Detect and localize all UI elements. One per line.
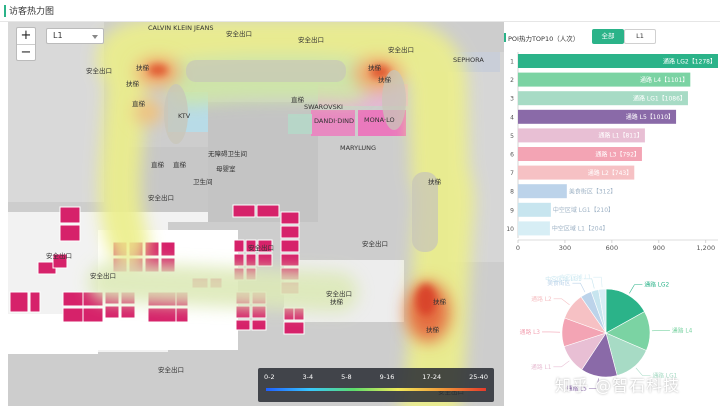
label-muying: 母婴室 <box>216 164 236 173</box>
bar-x-tick-label-3: 900 <box>653 244 665 252</box>
pie-label-10: 中空区域 L1 <box>559 273 591 281</box>
zoom-in-button[interactable]: + <box>17 28 35 44</box>
label-anquan-5: 安全出口 <box>148 193 174 202</box>
panel-title: POI热力TOP10（人次） <box>508 35 580 43</box>
bar-9 <box>518 202 551 217</box>
bar-category-9: 9 <box>510 207 514 214</box>
bar-category-2: 2 <box>510 77 514 84</box>
bar-label-3: 通路 LG1【1086】 <box>633 95 686 103</box>
label-futi-7: 扶梯 <box>426 325 440 334</box>
watermark: 知乎 @智石科技 <box>555 376 681 395</box>
label-anquan-4: 安全出口 <box>388 45 414 54</box>
label-zhiti-3: 直梯 <box>151 160 165 169</box>
heatmap-map[interactable]: CALVIN KLEIN JEANS 安全出口 安全出口 安全出口 安全出口 S… <box>8 22 504 406</box>
pie-leader-8 <box>572 282 586 293</box>
label-anquan-7: 安全出口 <box>248 243 274 252</box>
floor-select-value: L1 <box>53 31 63 40</box>
bar-label-7: 通路 L2【743】 <box>588 169 633 177</box>
page-title: 访客热力图 <box>9 7 55 17</box>
floor-select[interactable]: L1 <box>46 28 104 44</box>
bar-x-tick-label-0: 0 <box>516 244 520 252</box>
label-anquan-3: 安全出口 <box>298 35 324 44</box>
label-wuzhang: 无障碍卫生间 <box>208 149 247 158</box>
bar-category-1: 1 <box>510 59 514 66</box>
pie-label-1: 通路 LG2 <box>644 281 669 289</box>
page-header: 访客热力图 <box>0 0 720 22</box>
label-anquan-11: 安全出口 <box>158 365 184 374</box>
bar-label-5: 通路 L1【811】 <box>598 132 643 140</box>
legend-range-4: 9-16 <box>379 373 395 381</box>
pie-label-7: 通路 L2 <box>531 295 552 303</box>
label-swarovski: SWAROVSKI <box>304 103 343 111</box>
chevron-down-icon <box>92 35 98 39</box>
pie-leader-7 <box>553 298 570 306</box>
bar-x-tick-label-1: 300 <box>559 244 571 252</box>
bar-x-tick-label-2: 600 <box>606 244 618 252</box>
legend-range-5: 17-24 <box>422 373 442 381</box>
label-cesuo: 卫生间 <box>193 177 213 186</box>
bar-category-6: 6 <box>510 152 514 159</box>
bar-category-5: 5 <box>510 133 514 140</box>
legend-range-2: 3-4 <box>302 373 314 381</box>
label-calvin: CALVIN KLEIN JEANS <box>148 24 213 32</box>
bar-label-10: 中空区域 L1【204】 <box>552 225 609 233</box>
label-futi-8: 扶梯 <box>330 297 344 306</box>
label-anquan-8: 安全出口 <box>46 251 72 260</box>
pie-label-6: 通路 L3 <box>520 328 541 336</box>
label-dandi: DANDI·DIND <box>314 117 354 125</box>
pie-label-5: 通路 L1 <box>531 363 552 371</box>
label-zhiti-1: 直梯 <box>132 99 146 108</box>
label-anquan-6: 安全出口 <box>362 239 388 248</box>
label-futi-3: 扶梯 <box>368 63 382 72</box>
pie-label-2: 通路 L4 <box>672 326 693 334</box>
bar-label-6: 通路 L3【792】 <box>595 150 640 158</box>
label-futi-4: 扶梯 <box>378 75 392 84</box>
pie-leader-10 <box>593 276 603 288</box>
header-accent-bar <box>4 5 6 17</box>
bar-category-3: 3 <box>510 96 514 103</box>
pie-leader-1 <box>629 284 643 294</box>
legend-range-3: 5-8 <box>341 373 352 381</box>
label-anquan-9: 安全出口 <box>90 271 116 280</box>
zoom-out-button[interactable]: − <box>17 44 35 60</box>
filter-l1-button[interactable]: L1 <box>624 29 656 44</box>
pie-leader-5 <box>553 360 570 368</box>
filter-all-button[interactable]: 全部 <box>592 29 624 44</box>
label-anquan-1: 安全出口 <box>226 29 252 38</box>
bar-10 <box>518 221 550 236</box>
label-zhiti-4: 直梯 <box>173 160 187 169</box>
label-anquan-10: 安全出口 <box>326 289 352 298</box>
bar-label-1: 通路 LG2【1278】 <box>663 57 716 65</box>
label-futi-2: 扶梯 <box>126 79 140 88</box>
bar-label-2: 通路 L4【1101】 <box>640 76 688 84</box>
label-anquan-2: 安全出口 <box>86 66 112 75</box>
label-futi-6: 扶梯 <box>433 297 447 306</box>
poi-panel: POI热力TOP10（人次） 全部 L1 1 通路 LG2【1278】 2 通路 L4… <box>504 22 720 415</box>
label-marylung: MARYLUNG <box>340 144 376 152</box>
bar-x-tick-label-4: 1,200 <box>696 244 715 252</box>
top10-bar-chart: 1 通路 LG2【1278】 2 通路 L4【1101】 3 通路 LG1【1086】 4 通… <box>506 52 718 252</box>
floor-plan: CALVIN KLEIN JEANS 安全出口 安全出口 安全出口 安全出口 S… <box>8 22 504 406</box>
legend-range-1: 0-2 <box>264 373 275 381</box>
label-futi-5: 扶梯 <box>428 177 442 186</box>
label-zhiti-2: 直梯 <box>291 95 305 104</box>
legend-gradient <box>266 388 486 391</box>
bar-label-9: 中空区域 LG1【210】 <box>553 206 614 214</box>
legend-range-6: 25-40 <box>469 373 488 381</box>
bar-category-7: 7 <box>510 170 514 177</box>
label-futi-1: 扶梯 <box>136 63 150 72</box>
label-sephora: SEPHORA <box>453 56 484 64</box>
bar-category-10: 10 <box>506 226 514 233</box>
panel-accent-bar <box>504 33 506 42</box>
label-mona: MONA·LO <box>364 116 395 124</box>
bar-label-8: 美食街区【312】 <box>569 188 616 196</box>
heat-legend: 0-2 3-4 5-8 9-16 17-24 25-40 <box>258 368 494 402</box>
bar-label-4: 通路 L5【1010】 <box>626 113 674 121</box>
bar-8 <box>518 184 567 199</box>
label-ktv: KTV <box>178 112 191 120</box>
bar-category-4: 4 <box>510 114 514 121</box>
zoom-control: + − <box>16 27 36 61</box>
bar-category-8: 8 <box>510 189 514 196</box>
